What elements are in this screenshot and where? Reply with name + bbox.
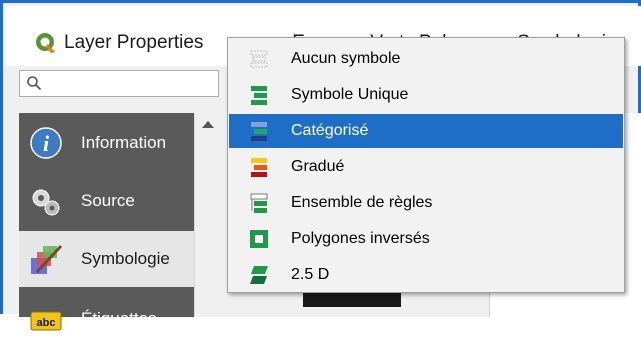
labels-abc-icon: abc bbox=[30, 311, 62, 331]
sidebar-item-label: Information bbox=[81, 133, 167, 152]
sidebar-item-label: Étiquettes bbox=[81, 309, 157, 328]
sidebar-item-label: Symbologie bbox=[81, 249, 170, 268]
sidebar-item-information[interactable]: i Information bbox=[19, 115, 194, 171]
search-input[interactable] bbox=[19, 70, 219, 97]
sidebar: i Information Source Symbologie abc Étiq… bbox=[19, 113, 194, 331]
qgis-logo-icon bbox=[36, 33, 55, 53]
menu-item-label: Aucun symbole bbox=[291, 50, 401, 67]
rule-based-icon bbox=[250, 193, 268, 213]
search-icon bbox=[27, 76, 42, 91]
scroll-up-arrow-icon[interactable] bbox=[202, 121, 214, 128]
window-title: Layer Properties bbox=[64, 32, 204, 53]
symbology-brush-icon bbox=[31, 244, 63, 274]
menu-item-rule-based[interactable]: Ensemble de règles bbox=[229, 186, 623, 220]
source-gears-icon bbox=[32, 189, 60, 216]
menu-item-inverted-polygons[interactable]: Polygones inversés bbox=[229, 222, 623, 256]
sidebar-item-source[interactable]: Source bbox=[19, 173, 194, 229]
no-symbol-icon bbox=[250, 50, 268, 68]
menu-item-label: Ensemble de règles bbox=[291, 194, 433, 211]
info-icon: i bbox=[30, 127, 62, 159]
menu-item-no-symbol[interactable]: Aucun symbole bbox=[229, 42, 623, 76]
svg-text:i: i bbox=[43, 131, 50, 156]
menu-item-label: Symbole Unique bbox=[291, 86, 409, 103]
single-symbol-icon bbox=[251, 86, 267, 105]
inverted-polygons-icon bbox=[250, 230, 268, 248]
sidebar-item-label: Source bbox=[81, 191, 135, 210]
renderer-dropdown-menu: Aucun symbole Symbole Unique Catégorisé bbox=[227, 37, 625, 293]
sidebar-item-labels[interactable]: abc Étiquettes bbox=[19, 291, 194, 347]
2-5d-icon bbox=[250, 266, 268, 284]
menu-item-single-symbol[interactable]: Symbole Unique bbox=[229, 78, 623, 112]
menu-item-2-5d[interactable]: 2.5 D bbox=[229, 258, 623, 292]
layer-properties-window: Layer Properties — Espaces Verts Polygon… bbox=[0, 0, 641, 331]
symbol-preview bbox=[303, 293, 401, 307]
menu-item-label: Catégorisé bbox=[291, 122, 369, 139]
sidebar-item-symbology[interactable]: Symbologie bbox=[19, 231, 194, 287]
svg-text:abc: abc bbox=[37, 317, 56, 329]
menu-item-categorized[interactable]: Catégorisé bbox=[229, 114, 623, 148]
menu-item-graduated[interactable]: Gradué bbox=[229, 150, 623, 184]
menu-item-label: Gradué bbox=[291, 158, 345, 175]
categorized-icon bbox=[251, 122, 267, 141]
menu-item-label: Polygones inversés bbox=[291, 230, 430, 247]
graduated-icon bbox=[251, 158, 267, 177]
menu-item-label: 2.5 D bbox=[291, 266, 330, 283]
sidebar-scrollbar[interactable] bbox=[194, 113, 220, 317]
